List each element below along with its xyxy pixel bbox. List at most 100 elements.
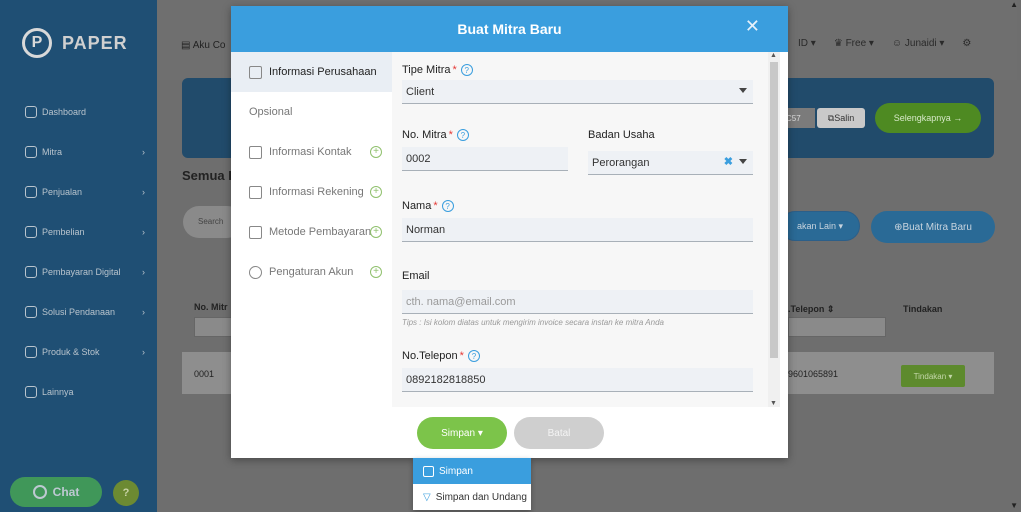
section-label: Opsional bbox=[249, 106, 293, 118]
chevron-right-icon: › bbox=[142, 307, 145, 317]
sidebar-nav: Dashboard Mitra › Penjualan › Pembelian › P… bbox=[0, 92, 157, 412]
tab-informasi-rekening[interactable]: Informasi Rekening + bbox=[231, 172, 392, 212]
help-icon[interactable]: ? bbox=[467, 350, 480, 362]
help-button[interactable]: ? bbox=[113, 480, 139, 506]
company-switcher[interactable]: ▤ Aku Co bbox=[181, 40, 225, 51]
input-placeholder: cth. nama@email.com bbox=[406, 295, 516, 308]
input-value: 0892182818850 bbox=[406, 373, 486, 386]
sidebar-item-produk-stok[interactable]: Produk & Stok › bbox=[0, 332, 157, 372]
page-title: Semua I bbox=[182, 168, 232, 183]
sidebar-item-penjualan[interactable]: Penjualan › bbox=[0, 172, 157, 212]
plan-select[interactable]: ♛ Free ▾ bbox=[834, 38, 874, 49]
badan-usaha-select[interactable]: Perorangan ✖ bbox=[588, 151, 753, 175]
dashboard-icon bbox=[25, 106, 37, 118]
close-icon[interactable]: ✕ bbox=[745, 16, 760, 37]
plus-circle-icon[interactable]: + bbox=[370, 146, 382, 158]
chevron-right-icon: › bbox=[142, 147, 145, 157]
chat-bubble-icon bbox=[32, 485, 47, 499]
label-text: Nama bbox=[402, 200, 432, 212]
modal-form: Tipe Mitra *? Client No. Mitra *? 0002 Bad… bbox=[392, 52, 768, 407]
menu-item-simpan-dan-undang[interactable]: ▽ Simpan dan Undang bbox=[413, 484, 531, 510]
help-icon[interactable]: ? bbox=[441, 200, 454, 212]
badan-usaha-label: Badan Usaha bbox=[588, 129, 655, 141]
sidebar-item-mitra[interactable]: Mitra › bbox=[0, 132, 157, 172]
chat-button[interactable]: Chat bbox=[10, 477, 102, 507]
help-icon[interactable]: ? bbox=[460, 64, 473, 76]
email-label: Email bbox=[402, 270, 430, 282]
simpan-button[interactable]: Simpan ▾ bbox=[417, 417, 507, 449]
required-mark: * bbox=[459, 350, 464, 362]
label-text: No.Telepon bbox=[402, 350, 458, 362]
column-header-telepon[interactable]: .Telepon ⇕ bbox=[788, 304, 834, 315]
modal-scrollbar[interactable]: ▲ ▼ bbox=[768, 52, 780, 407]
plus-circle-icon[interactable]: + bbox=[370, 186, 382, 198]
building-icon bbox=[249, 65, 262, 79]
sidebar-item-pembayaran-digital[interactable]: Pembayaran Digital › bbox=[0, 252, 157, 292]
aksi-lain-button[interactable]: akan Lain ▾ bbox=[780, 211, 860, 241]
tipe-mitra-select[interactable]: Client bbox=[402, 80, 753, 104]
column-header-tindakan: Tindakan bbox=[903, 304, 943, 314]
salin-button[interactable]: ⧉ Salin bbox=[817, 108, 865, 128]
column-header-no-mitra[interactable]: No. Mitr bbox=[194, 302, 228, 312]
no-mitra-input[interactable]: 0002 bbox=[402, 147, 568, 171]
tipe-mitra-field: Tipe Mitra *? Client bbox=[402, 64, 753, 104]
sidebar: P PAPER Dashboard Mitra › Penjualan › Pemb… bbox=[0, 0, 157, 512]
user-name: Junaidi ▾ bbox=[904, 38, 945, 49]
buat-mitra-label: Buat Mitra Baru bbox=[902, 221, 972, 233]
sidebar-item-pembelian[interactable]: Pembelian › bbox=[0, 212, 157, 252]
money-icon bbox=[25, 306, 37, 318]
no-telepon-input[interactable]: 0892182818850 bbox=[402, 368, 753, 392]
help-icon[interactable]: ? bbox=[456, 129, 469, 141]
scroll-up-icon[interactable]: ▲ bbox=[770, 52, 777, 59]
sidebar-item-label: Produk & Stok bbox=[42, 347, 100, 357]
nama-input[interactable]: Norman bbox=[402, 218, 753, 242]
app-logo[interactable]: P PAPER bbox=[22, 28, 128, 58]
required-mark: * bbox=[433, 200, 438, 212]
tab-opsional: Opsional bbox=[231, 92, 392, 132]
tab-label: Informasi Rekening bbox=[269, 186, 364, 198]
more-icon bbox=[25, 386, 37, 398]
tab-pengaturan-akun[interactable]: Pengaturan Akun + bbox=[231, 252, 392, 292]
tab-informasi-perusahaan[interactable]: Informasi Perusahaan bbox=[231, 52, 392, 92]
logo-text: PAPER bbox=[62, 32, 128, 53]
scroll-down-icon[interactable]: ▼ bbox=[770, 400, 777, 407]
email-input[interactable]: cth. nama@email.com bbox=[402, 290, 753, 314]
selengkapnya-button[interactable]: Selengkapnya → bbox=[875, 103, 981, 133]
contact-card-icon bbox=[249, 145, 262, 159]
user-menu[interactable]: ☺ Junaidi ▾ bbox=[892, 38, 945, 49]
clear-icon[interactable]: ✖ bbox=[724, 155, 733, 168]
settings-gear-icon[interactable]: ⚙ bbox=[962, 38, 971, 49]
tab-label: Informasi Kontak bbox=[269, 146, 352, 158]
cart-icon bbox=[25, 226, 37, 238]
filter-telepon-input[interactable] bbox=[788, 317, 886, 337]
tab-informasi-kontak[interactable]: Informasi Kontak + bbox=[231, 132, 392, 172]
plus-circle-icon[interactable]: + bbox=[370, 226, 382, 238]
menu-item-simpan[interactable]: Simpan bbox=[413, 458, 531, 484]
row-tindakan-button[interactable]: Tindakan ▾ bbox=[901, 365, 965, 387]
label-text: Tipe Mitra bbox=[402, 64, 451, 76]
tab-label: Pengaturan Akun bbox=[269, 266, 354, 278]
sidebar-item-dashboard[interactable]: Dashboard bbox=[0, 92, 157, 132]
modal-side-menu: Informasi Perusahaan Opsional Informasi … bbox=[231, 52, 392, 397]
batal-button[interactable]: Batal bbox=[514, 417, 604, 449]
tab-metode-pembayaran[interactable]: Metode Pembayaran + bbox=[231, 212, 392, 252]
buat-mitra-baru-button[interactable]: ⊕ Buat Mitra Baru bbox=[871, 211, 995, 243]
modal-title: Buat Mitra Baru bbox=[457, 21, 562, 37]
sidebar-item-label: Solusi Pendanaan bbox=[42, 307, 116, 317]
box-icon bbox=[25, 346, 37, 358]
input-value: 0002 bbox=[406, 152, 431, 165]
email-tips: Tips : Isi kolom diatas untuk mengirim i… bbox=[402, 318, 664, 327]
scrollbar-thumb[interactable] bbox=[770, 62, 778, 358]
no-telepon-field: No.Telepon *? 0892182818850 bbox=[402, 350, 753, 392]
save-icon bbox=[423, 465, 434, 477]
crown-icon: ♛ bbox=[833, 38, 846, 49]
sidebar-item-solusi-pendanaan[interactable]: Solusi Pendanaan › bbox=[0, 292, 157, 332]
page-scroll-down-icon[interactable]: ▼ bbox=[1010, 501, 1018, 510]
page-scroll-up-icon[interactable]: ▲ bbox=[1010, 0, 1018, 9]
sidebar-item-lainnya[interactable]: Lainnya bbox=[0, 372, 157, 412]
document-icon bbox=[249, 185, 262, 199]
sidebar-item-label: Dashboard bbox=[42, 107, 87, 117]
buat-mitra-modal: Buat Mitra Baru ✕ Informasi Perusahaan O… bbox=[231, 6, 788, 458]
language-select[interactable]: ID ▾ bbox=[798, 38, 816, 49]
plus-circle-icon[interactable]: + bbox=[370, 266, 382, 278]
